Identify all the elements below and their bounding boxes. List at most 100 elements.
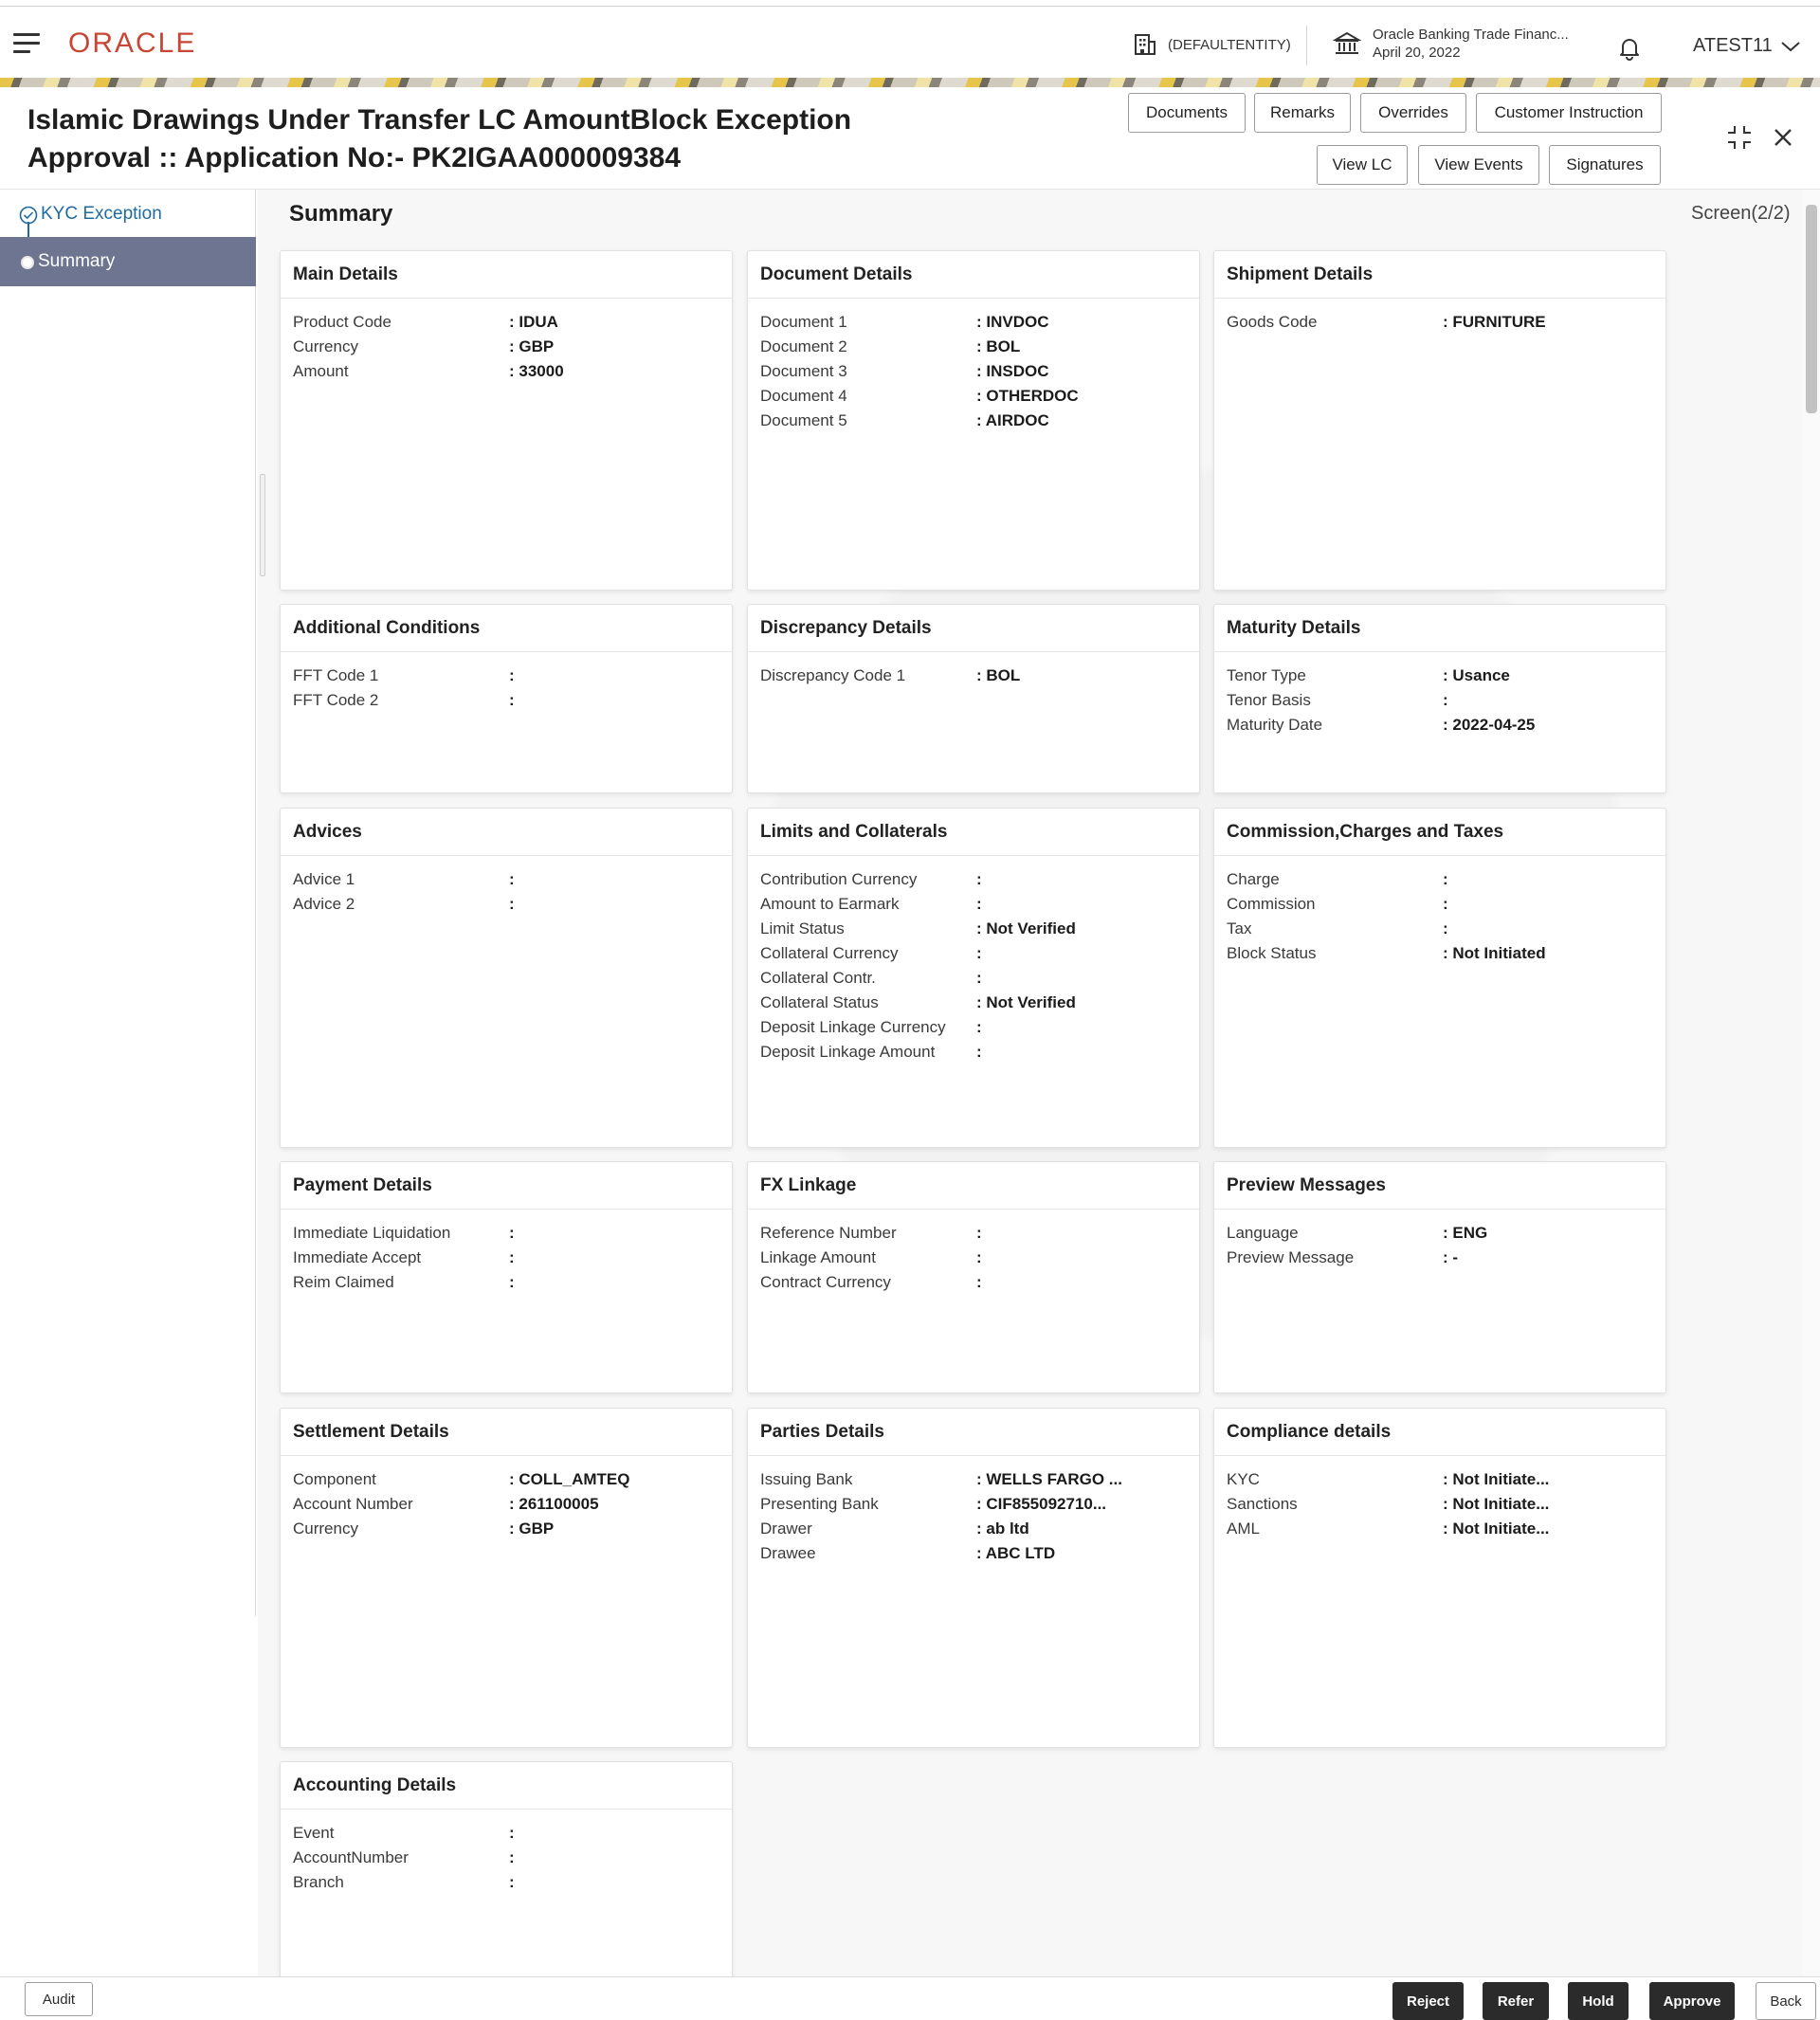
- field-row: Immediate Liquidation:: [281, 1221, 732, 1246]
- field-label: Event: [293, 1824, 335, 1842]
- field-value: : BOL: [976, 337, 1021, 355]
- field-label: Account Number: [293, 1495, 413, 1513]
- field-row: Block Status: Not Initiated: [1214, 941, 1665, 966]
- remarks-button[interactable]: Remarks: [1254, 93, 1351, 133]
- close-icon[interactable]: [1769, 123, 1797, 152]
- card-maturity-details: Maturity Details Tenor Type: Usance Tenor …: [1213, 604, 1666, 793]
- field-label: Goods Code: [1227, 313, 1318, 331]
- field-label: Block Status: [1227, 944, 1317, 962]
- card-title: Preview Messages: [1214, 1162, 1665, 1210]
- field-value: : OTHERDOC: [976, 387, 1079, 405]
- field-row: Presenting Bank: CIF855092710...: [748, 1492, 1199, 1517]
- bank-info[interactable]: Oracle Banking Trade Financ... April 20,…: [1333, 26, 1569, 62]
- field-value: : Not Verified: [976, 993, 1076, 1011]
- field-label: Contract Currency: [760, 1273, 891, 1291]
- field-label: Branch: [293, 1873, 344, 1891]
- pane-resize-handle[interactable]: [260, 474, 265, 576]
- field-label: Currency: [293, 337, 358, 355]
- field-row: Tenor Basis:: [1214, 688, 1665, 713]
- field-value: :: [1443, 870, 1448, 888]
- field-row: Document 1: INVDOC: [748, 310, 1199, 335]
- app-root: ORACLE (DEFAULTENTITY) Oracle Banking Tr…: [0, 0, 1820, 2020]
- field-row: Component: COLL_AMTEQ: [281, 1467, 732, 1492]
- field-value: :: [976, 870, 982, 888]
- field-label: Document 4: [760, 387, 847, 405]
- field-label: Currency: [293, 1520, 358, 1538]
- approve-button[interactable]: Approve: [1649, 1982, 1735, 2020]
- top-border: [0, 0, 1820, 7]
- field-row: Issuing Bank: WELLS FARGO ...: [748, 1467, 1199, 1492]
- card-title: FX Linkage: [748, 1162, 1199, 1210]
- field-label: AccountNumber: [293, 1848, 409, 1866]
- field-value: : Not Initiate...: [1443, 1495, 1550, 1513]
- field-label: Sanctions: [1227, 1495, 1298, 1513]
- card-limits-collaterals: Limits and Collaterals Contribution Curre…: [747, 808, 1200, 1148]
- documents-button[interactable]: Documents: [1128, 93, 1246, 133]
- field-label: Immediate Liquidation: [293, 1224, 451, 1242]
- field-label: Reference Number: [760, 1224, 897, 1242]
- field-value: : ENG: [1443, 1224, 1488, 1242]
- user-menu[interactable]: ATEST11: [1693, 35, 1801, 57]
- card-title: Payment Details: [281, 1162, 732, 1210]
- card-title: Main Details: [281, 251, 732, 299]
- refer-button[interactable]: Refer: [1483, 1982, 1549, 2020]
- field-label: Issuing Bank: [760, 1470, 853, 1488]
- screen-indicator: Screen(2/2): [1691, 203, 1791, 224]
- field-row: Preview Message: -: [1214, 1246, 1665, 1270]
- card-payment-details: Payment Details Immediate Liquidation: Imm…: [280, 1161, 733, 1393]
- field-label: FFT Code 2: [293, 691, 379, 709]
- field-value: : -: [1443, 1248, 1459, 1266]
- back-button[interactable]: Back: [1756, 1982, 1816, 2020]
- card-fields: Tenor Type: Usance Tenor Basis: Maturity D…: [1214, 652, 1665, 737]
- field-value: : 261100005: [509, 1495, 599, 1513]
- field-row: FFT Code 2:: [281, 688, 732, 713]
- field-label: Limit Status: [760, 919, 845, 937]
- collapse-icon[interactable]: [1725, 123, 1754, 152]
- field-row: Document 3: INSDOC: [748, 359, 1199, 384]
- nav-item-summary[interactable]: Summary: [0, 237, 256, 286]
- card-title: Parties Details: [748, 1409, 1199, 1456]
- field-value: :: [509, 895, 515, 913]
- hold-button[interactable]: Hold: [1568, 1982, 1629, 2020]
- field-value: :: [976, 895, 982, 913]
- field-value: : INVDOC: [976, 313, 1049, 331]
- scrollbar-thumb[interactable]: [1806, 205, 1817, 413]
- card-shipment-details: Shipment Details Goods Code: FURNITURE: [1213, 250, 1666, 591]
- field-row: Sanctions : Not Initiate...: [1214, 1492, 1665, 1517]
- field-value: : Usance: [1443, 666, 1510, 684]
- bank-icon: [1333, 31, 1361, 54]
- field-label: Tenor Basis: [1227, 691, 1311, 709]
- entity-selector[interactable]: (DEFAULTENTITY): [1132, 27, 1291, 62]
- card-fx-linkage: FX Linkage Reference Number: Linkage Amoun…: [747, 1161, 1200, 1393]
- field-label: Discrepancy Code 1: [760, 666, 906, 684]
- card-fields: Charge: Commission: Tax: Block Status: Not …: [1214, 856, 1665, 966]
- field-label: Maturity Date: [1227, 716, 1323, 734]
- bell-icon[interactable]: [1617, 35, 1642, 62]
- scrollbar-track[interactable]: [1803, 190, 1820, 1976]
- card-commission-charges-taxes: Commission,Charges and Taxes Charge: Commi…: [1213, 808, 1666, 1148]
- field-value: :: [976, 1248, 982, 1266]
- app-header: ORACLE (DEFAULTENTITY) Oracle Banking Tr…: [0, 7, 1820, 81]
- card-fields: Document 1: INVDOC Document 2: BOL Documen…: [748, 299, 1199, 433]
- card-fields: Issuing Bank: WELLS FARGO ... Presenting …: [748, 1456, 1199, 1566]
- overrides-button[interactable]: Overrides: [1360, 93, 1466, 133]
- field-label: Immediate Accept: [293, 1248, 422, 1266]
- card-title: Document Details: [748, 251, 1199, 299]
- view-events-button[interactable]: View Events: [1418, 145, 1539, 185]
- hamburger-icon[interactable]: [13, 33, 40, 56]
- field-label: Tax: [1227, 919, 1252, 937]
- audit-button[interactable]: Audit: [25, 1982, 93, 2016]
- card-fields: Event: AccountNumber: Branch:: [281, 1810, 732, 1895]
- view-lc-button[interactable]: View LC: [1317, 145, 1408, 185]
- page-title: Islamic Drawings Under Transfer LC Amoun…: [27, 101, 862, 177]
- field-row: Amount to Earmark:: [748, 892, 1199, 917]
- card-accounting-details: Accounting Details Event: AccountNumber: Br…: [280, 1761, 733, 1979]
- reject-button[interactable]: Reject: [1392, 1982, 1464, 2020]
- field-value: :: [509, 1248, 515, 1266]
- field-value: : FURNITURE: [1443, 313, 1546, 331]
- signatures-button[interactable]: Signatures: [1549, 145, 1661, 185]
- customer-instruction-button[interactable]: Customer Instruction: [1476, 93, 1662, 133]
- nav-current-dot: [21, 256, 34, 269]
- nav-item-kyc-exception[interactable]: KYC Exception: [0, 190, 256, 239]
- field-value: : Not Verified: [976, 919, 1076, 937]
